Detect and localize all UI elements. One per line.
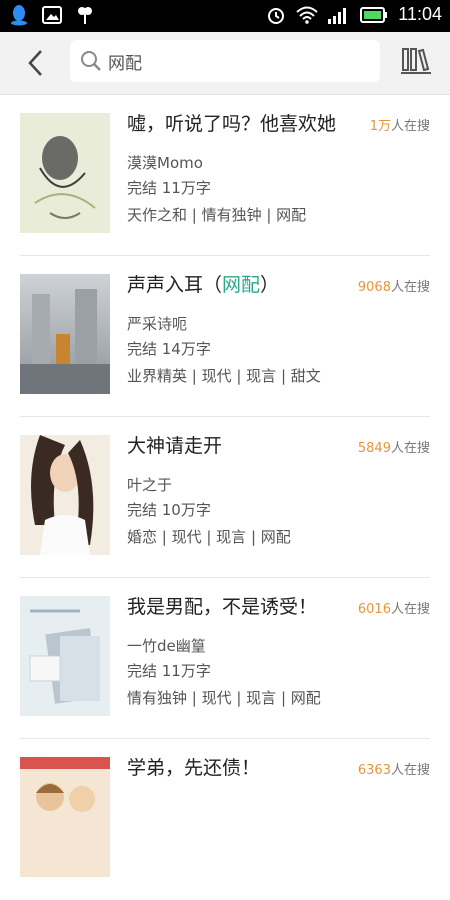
book-tags: 情有独钟 | 现代 | 现言 | 网配: [127, 689, 321, 707]
book-author: 严采诗呃: [127, 315, 188, 333]
book-author: 漠漠Momo: [127, 154, 203, 172]
list-item[interactable]: 嘘，听说了吗？他喜欢她 1万人在搜 漠漠Momo 完结 11万字 天作之和 | …: [0, 95, 450, 256]
battery-icon: [360, 6, 388, 23]
book-status: 完结 11万字: [127, 179, 211, 197]
book-title[interactable]: 学弟，先还债！: [127, 753, 260, 780]
book-cover: [20, 113, 110, 233]
search-count: 5849人在搜: [357, 441, 430, 456]
list-item[interactable]: 我是男配，不是诱受！ 6016人在搜 一竹de幽篁 完结 11万字 情有独钟 |…: [0, 578, 450, 739]
book-cover: [20, 596, 110, 716]
book-status: 完结 11万字: [127, 662, 211, 680]
book-tags: 天作之和 | 情有独钟 | 网配: [127, 206, 307, 224]
flower-icon: [78, 7, 92, 24]
search-count: 6016人在搜: [357, 602, 430, 617]
bookshelf-button[interactable]: [400, 44, 432, 76]
book-tags: 业界精英 | 现代 | 现言 | 甜文: [127, 367, 321, 385]
qq-icon: [11, 5, 27, 26]
book-cover: [20, 757, 110, 877]
back-button[interactable]: [18, 46, 52, 80]
book-author: 叶之于: [127, 476, 173, 494]
gallery-icon: [42, 6, 62, 24]
book-title[interactable]: 声声入耳（网配）: [127, 270, 279, 297]
clock-time: 11:04: [398, 4, 442, 24]
search-icon: [81, 51, 101, 71]
chevron-left-icon: [28, 50, 42, 76]
list-item[interactable]: 大神请走开 5849人在搜 叶之于 完结 10万字 婚恋 | 现代 | 现言 |…: [0, 417, 450, 578]
search-count: 9068人在搜: [357, 280, 430, 295]
search-count: 1万人在搜: [369, 119, 430, 134]
book-title[interactable]: 大神请走开: [127, 431, 222, 458]
alarm-icon: [268, 7, 285, 24]
search-count: 6363人在搜: [357, 763, 430, 778]
book-title[interactable]: 我是男配，不是诱受！: [127, 592, 317, 619]
book-cover: [20, 435, 110, 555]
search-box[interactable]: [70, 40, 380, 82]
status-bar: 11:04: [0, 0, 450, 32]
book-title[interactable]: 嘘，听说了吗？他喜欢她: [127, 109, 336, 136]
wifi-icon: [296, 6, 318, 24]
book-author: 一竹de幽篁: [127, 637, 206, 655]
search-results-list: 嘘，听说了吗？他喜欢她 1万人在搜 漠漠Momo 完结 11万字 天作之和 | …: [0, 95, 450, 900]
search-header: [0, 32, 450, 95]
bookshelf-icon: [401, 48, 431, 74]
list-item[interactable]: 学弟，先还债！ 6363人在搜: [0, 739, 450, 900]
book-status: 完结 10万字: [127, 501, 211, 519]
book-tags: 婚恋 | 现代 | 现言 | 网配: [127, 528, 291, 546]
book-status: 完结 14万字: [127, 340, 211, 358]
signal-icon: [328, 7, 347, 24]
search-input[interactable]: [106, 50, 360, 72]
book-cover: [20, 274, 110, 394]
list-item[interactable]: 声声入耳（网配） 9068人在搜 严采诗呃 完结 14万字 业界精英 | 现代 …: [0, 256, 450, 417]
